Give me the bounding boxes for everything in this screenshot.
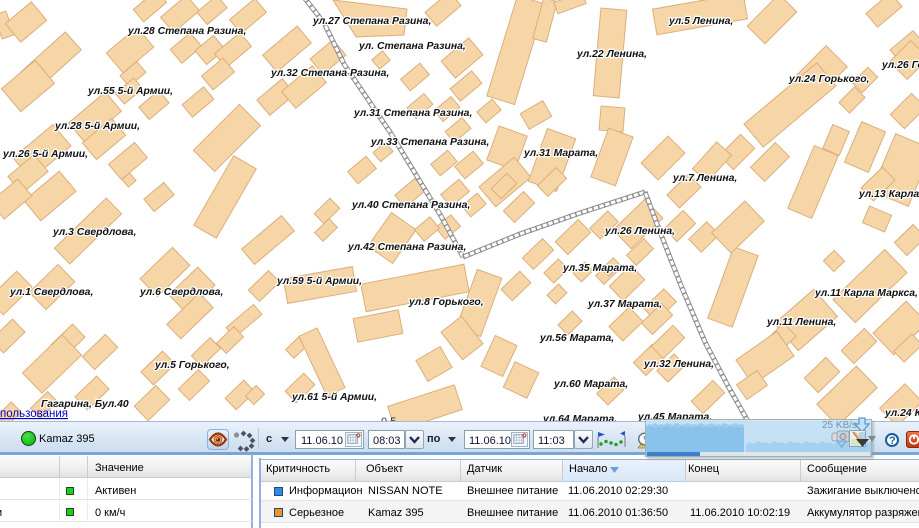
svg-text:ул.8 Горького,: ул.8 Горького, [408,297,484,308]
svg-text:ул.32 Ленина,: ул.32 Ленина, [643,359,714,370]
svg-text:ул.33 Степана Разина,: ул.33 Степана Разина, [370,137,489,148]
svg-text:ул.37 Марата,: ул.37 Марата, [587,299,662,310]
svg-text:ул.27 Степана Разина,: ул.27 Степана Разина, [312,16,431,27]
svg-text:ул.11 Ленина,: ул.11 Ленина, [766,317,836,328]
svg-text:ул. Степана Разина,: ул. Степана Разина, [358,41,466,52]
svg-text:ул.55 5-й Армии,: ул.55 5-й Армии, [87,86,173,97]
svg-text:ул.28 Степана Разина,: ул.28 Степана Разина, [127,26,246,37]
svg-text:ул.31 Степана Разина,: ул.31 Степана Разина, [353,108,472,119]
svg-text:ул.6 Свердлова,: ул.6 Свердлова, [139,287,223,298]
svg-text:ул.26 Горького,: ул.26 Горького, [881,60,919,71]
svg-text:ул.26 5-й Армии,: ул.26 5-й Армии, [2,149,88,160]
svg-text:ул.32 Степана Разина,: ул.32 Степана Разина, [270,68,389,79]
svg-text:ул.56 Марата,: ул.56 Марата, [539,333,614,344]
svg-text:ул.24 Карла,: ул.24 Карла, [884,408,919,419]
svg-text:ул.1 Свердлова,: ул.1 Свердлова, [9,287,93,298]
svg-text:ул.28 5-й Армии,: ул.28 5-й Армии, [54,121,140,132]
svg-text:ул.31 Марата,: ул.31 Марата, [523,148,598,159]
svg-text:ул.22 Ленина,: ул.22 Ленина, [576,49,647,60]
svg-text:ул.5 Ленина,: ул.5 Ленина, [668,16,733,27]
svg-text:ул.13 Карла Маркса,: ул.13 Карла Маркса, [858,189,919,200]
svg-text:ул.3 Свердлова,: ул.3 Свердлова, [52,227,136,238]
svg-text:ул.60 Марата,: ул.60 Марата, [553,379,628,390]
svg-text:ул.61 5-й Армии,: ул.61 5-й Армии, [291,392,377,403]
svg-text:ул.11 Карла Маркса,: ул.11 Карла Маркса, [814,288,918,299]
svg-text:ул.40 Степана Разина,: ул.40 Степана Разина, [351,200,470,211]
svg-text:ул.42 Степана Разина,: ул.42 Степана Разина, [347,242,466,253]
svg-text:ул.35 Марата,: ул.35 Марата, [562,263,637,274]
svg-text:ул.24 Горького,: ул.24 Горького, [788,74,869,85]
svg-text:ул.64 Марата,: ул.64 Марата, [542,414,617,421]
svg-text:ул.7 Ленина,: ул.7 Ленина, [672,173,737,184]
svg-text:пользования: пользования [0,408,68,420]
svg-text:ул.26 Ленина,: ул.26 Ленина, [604,226,675,237]
svg-text:ул.5 Горького,: ул.5 Горького, [154,360,230,371]
svg-text:ул.59 5-й Армии,: ул.59 5-й Армии, [276,276,362,287]
